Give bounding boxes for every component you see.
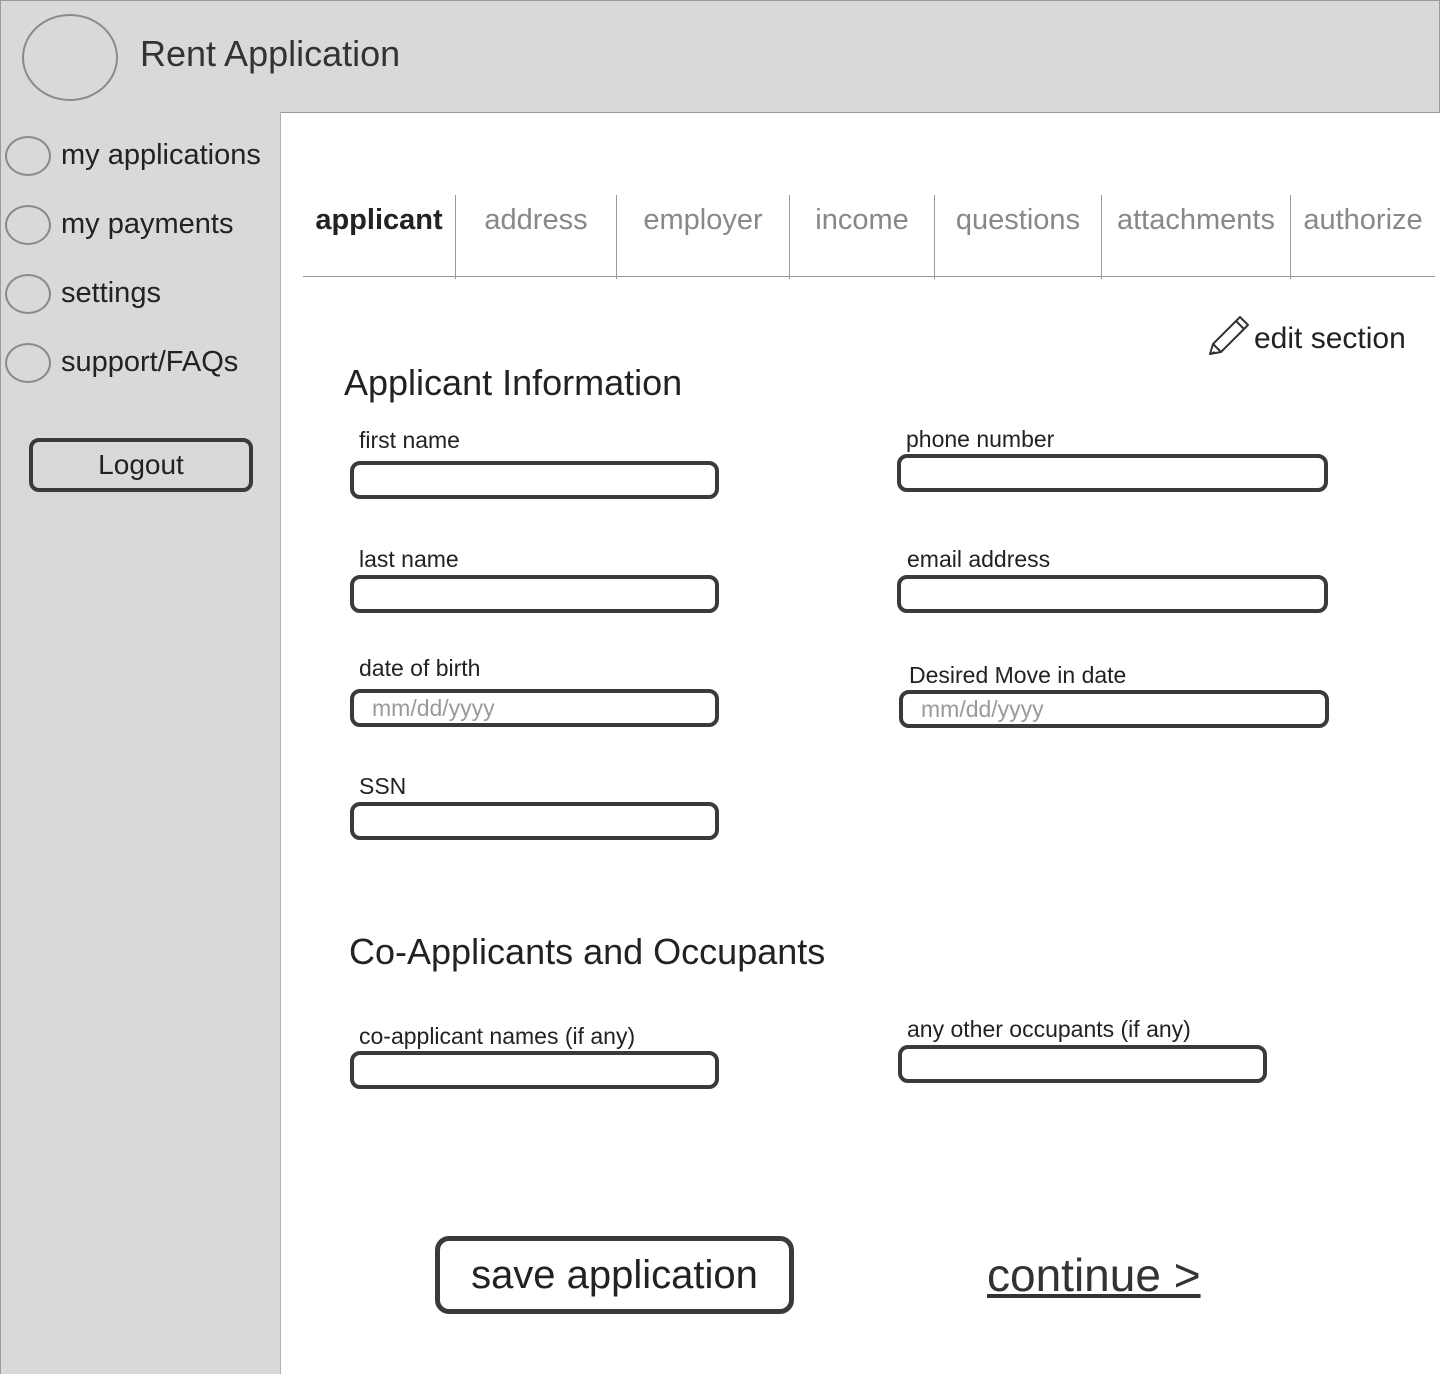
ssn-label: SSN [359,773,407,799]
app-header: Rent Application [0,0,1440,113]
ssn-input[interactable] [350,802,719,840]
co-applicants-section-title: Co-Applicants and Occupants [349,931,826,972]
tab-income[interactable]: income [790,193,934,277]
sidebar-item-my-payments[interactable]: my payments [5,203,280,247]
move-in-date-label: Desired Move in date [909,662,1127,688]
other-occupants-input[interactable] [898,1045,1267,1083]
sidebar-item-support-faqs[interactable]: support/FAQs [5,341,280,385]
logo-placeholder [22,14,118,101]
sidebar-item-label: my applications [61,139,261,171]
last-name-input[interactable] [350,575,719,613]
sidebar-item-my-applications[interactable]: my applications [5,134,280,178]
nav-circle-icon [5,205,51,245]
tab-address[interactable]: address [456,193,616,277]
first-name-label: first name [359,427,460,453]
date-of-birth-label: date of birth [359,655,481,681]
nav-circle-icon [5,343,51,383]
email-address-label: email address [907,546,1051,572]
phone-number-label: phone number [906,426,1055,452]
co-applicant-names-label: co-applicant names (if any) [359,1023,636,1049]
tab-applicant[interactable]: applicant [303,193,455,277]
tab-questions[interactable]: questions [935,193,1101,277]
continue-link[interactable]: continue > [987,1248,1201,1302]
tab-attachments[interactable]: attachments [1102,193,1290,277]
last-name-label: last name [359,546,459,572]
nav-circle-icon [5,136,51,176]
edit-section-label: edit section [1254,322,1406,355]
save-application-button[interactable]: save application [435,1236,794,1314]
tab-authorize[interactable]: authorize [1291,193,1435,277]
sidebar-item-settings[interactable]: settings [5,272,280,316]
app-title: Rent Application [140,33,401,74]
section-tabs: applicant address employer income questi… [303,193,1435,279]
applicant-section-title: Applicant Information [344,362,683,403]
phone-number-input[interactable] [897,454,1328,492]
pencil-icon [1209,316,1249,355]
nav-circle-icon [5,274,51,314]
other-occupants-label: any other occupants (if any) [907,1016,1191,1042]
sidebar-item-label: settings [61,277,161,309]
date-of-birth-input[interactable] [350,689,719,727]
co-applicant-names-input[interactable] [350,1051,719,1089]
email-address-input[interactable] [897,575,1328,613]
tab-employer[interactable]: employer [617,193,789,277]
move-in-date-input[interactable] [899,690,1329,728]
sidebar-item-label: my payments [61,208,234,240]
sidebar: my applications my payments settings sup… [0,112,281,1374]
sidebar-item-label: support/FAQs [61,346,239,378]
logout-button[interactable]: Logout [29,438,253,492]
first-name-input[interactable] [350,461,719,499]
